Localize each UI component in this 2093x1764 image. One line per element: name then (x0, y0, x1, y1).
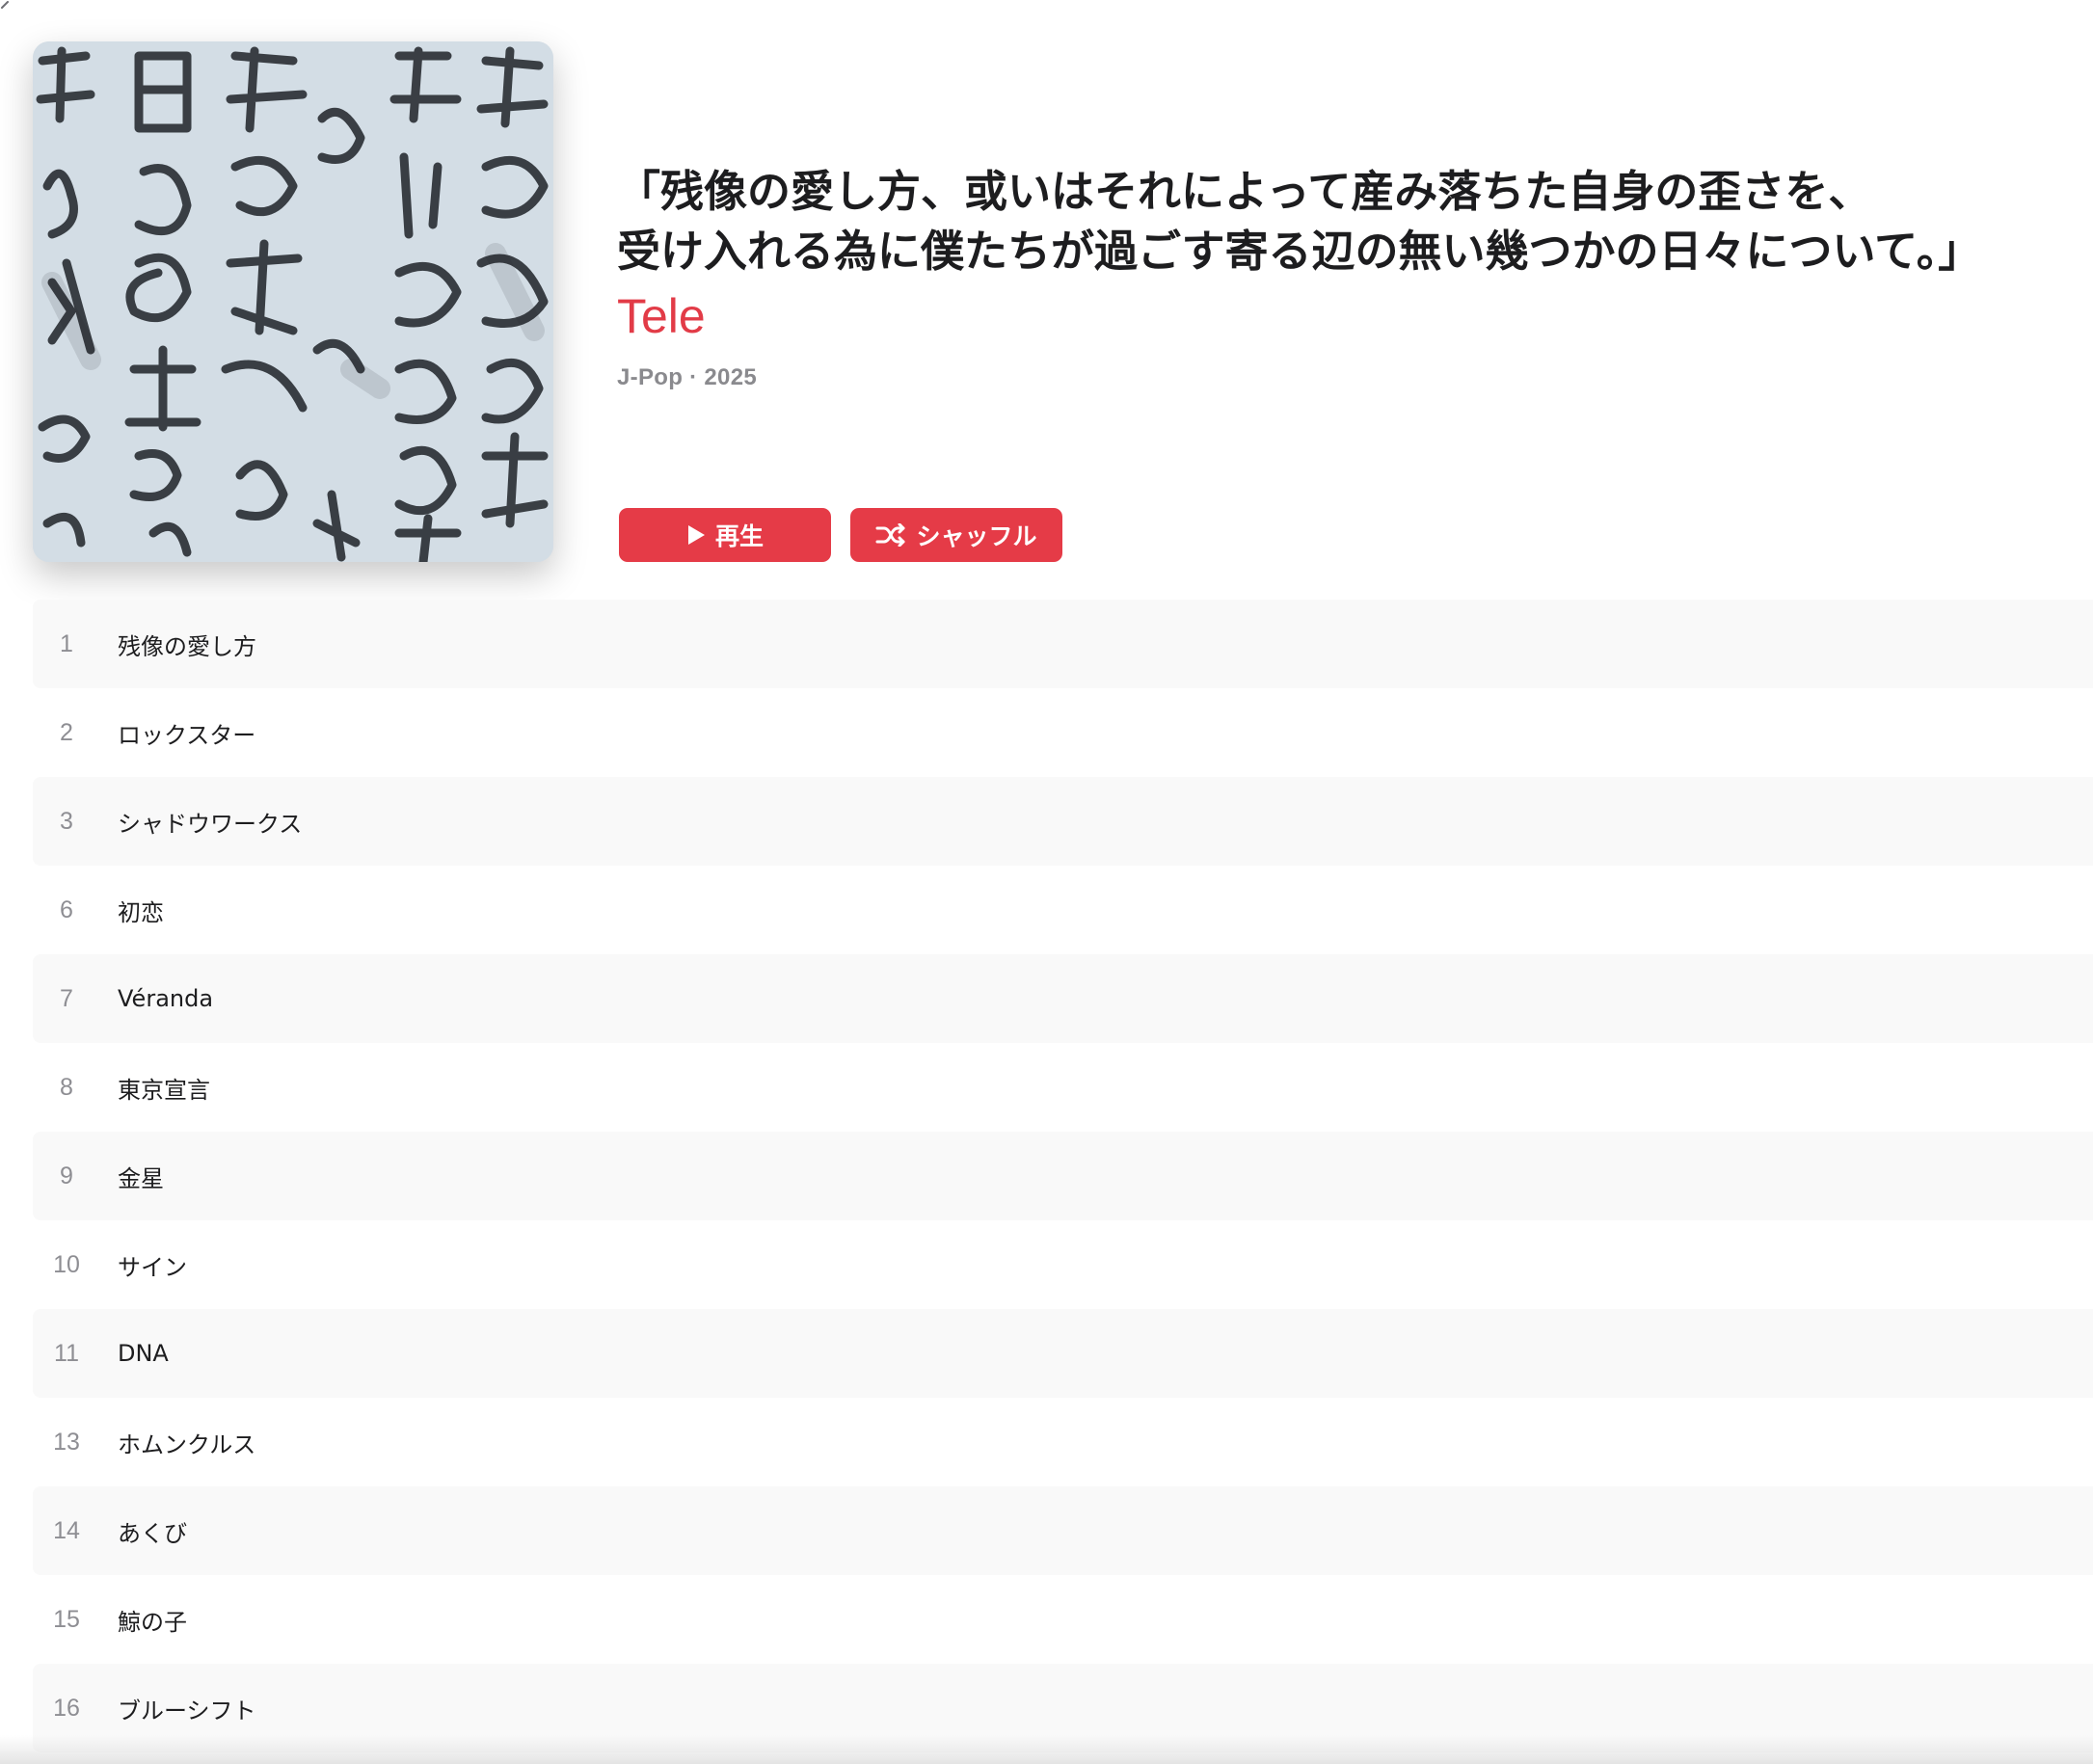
track-title: サイン (118, 1253, 187, 1281)
bottom-edge-shadow (0, 1735, 2093, 1764)
track-number: 11 (54, 1339, 79, 1367)
track-number: 14 (53, 1516, 80, 1544)
track-number: 15 (53, 1605, 80, 1633)
track-row[interactable]: 15 鯨の子 (33, 1575, 2093, 1664)
shuffle-button[interactable]: シャッフル (850, 508, 1062, 562)
track-title: 初恋 (118, 898, 164, 926)
track-number: 10 (53, 1250, 80, 1278)
track-row[interactable]: 3 シャドウワークス (33, 777, 2093, 866)
track-row[interactable]: 7 Véranda (33, 954, 2093, 1043)
track-title: 残像の愛し方 (118, 632, 256, 660)
play-button-label: 再生 (714, 522, 764, 550)
album-artwork[interactable] (33, 41, 553, 562)
artist-link[interactable]: Tele (617, 283, 2087, 349)
track-number: 7 (60, 984, 73, 1012)
genre-year: J-Pop · 2025 (617, 364, 757, 390)
track-number: 16 (53, 1694, 80, 1722)
album-header: 「残像の愛し方、或いはそれによって産み落ちた自身の歪さを、 受け入れる為に僕たち… (617, 162, 2087, 391)
track-title: あくび (118, 1519, 187, 1547)
action-buttons: 再生 シャッフル (619, 508, 1062, 562)
track-title: ロックスター (118, 721, 256, 749)
track-title: 東京宣言 (118, 1076, 210, 1104)
track-number: 3 (60, 807, 73, 835)
track-title: ホムンクルス (118, 1430, 256, 1458)
shuffle-button-label: シャッフル (916, 522, 1037, 550)
track-number: 9 (60, 1162, 73, 1189)
track-row[interactable]: 11 DNA (33, 1309, 2093, 1398)
track-number: 2 (60, 718, 73, 746)
track-title: 金星 (118, 1164, 164, 1192)
album-title-line-2: 受け入れる為に僕たちが過ごす寄る辺の無い幾つかの日々について。」 (617, 226, 1982, 277)
track-row[interactable]: 8 東京宣言 (33, 1043, 2093, 1132)
track-title: シャドウワークス (118, 810, 303, 838)
play-button[interactable]: 再生 (619, 508, 831, 562)
album-page: 「残像の愛し方、或いはそれによって産み落ちた自身の歪さを、 受け入れる為に僕たち… (0, 0, 2093, 1764)
track-number: 8 (60, 1073, 73, 1101)
track-title: Véranda (118, 985, 214, 1012)
track-number: 13 (53, 1428, 80, 1456)
album-title-line-1: 「残像の愛し方、或いはそれによって産み落ちた自身の歪さを、 (617, 166, 1872, 217)
track-row[interactable]: 14 あくび (33, 1486, 2093, 1575)
back-chevron-icon[interactable] (0, 0, 13, 13)
album-title: 「残像の愛し方、或いはそれによって産み落ちた自身の歪さを、 受け入れる為に僕たち… (617, 162, 2087, 281)
track-title: 鯨の子 (118, 1608, 187, 1636)
track-number: 1 (60, 629, 73, 657)
track-row[interactable]: 9 金星 (33, 1132, 2093, 1220)
track-row[interactable]: 13 ホムンクルス (33, 1398, 2093, 1486)
track-row[interactable]: 2 ロックスター (33, 688, 2093, 777)
track-number: 6 (60, 895, 73, 923)
track-row[interactable]: 1 残像の愛し方 (33, 600, 2093, 688)
track-title: DNA (118, 1340, 169, 1367)
play-icon (687, 525, 705, 545)
shuffle-icon (875, 523, 905, 547)
track-row[interactable]: 10 サイン (33, 1220, 2093, 1309)
track-list: 1 残像の愛し方 2 ロックスター 3 シャドウワークス 6 初恋 7 Véranda 8 東京宣言 9… (33, 600, 2093, 1752)
track-row[interactable]: 6 初恋 (33, 866, 2093, 954)
track-title: ブルーシフト (118, 1697, 256, 1724)
